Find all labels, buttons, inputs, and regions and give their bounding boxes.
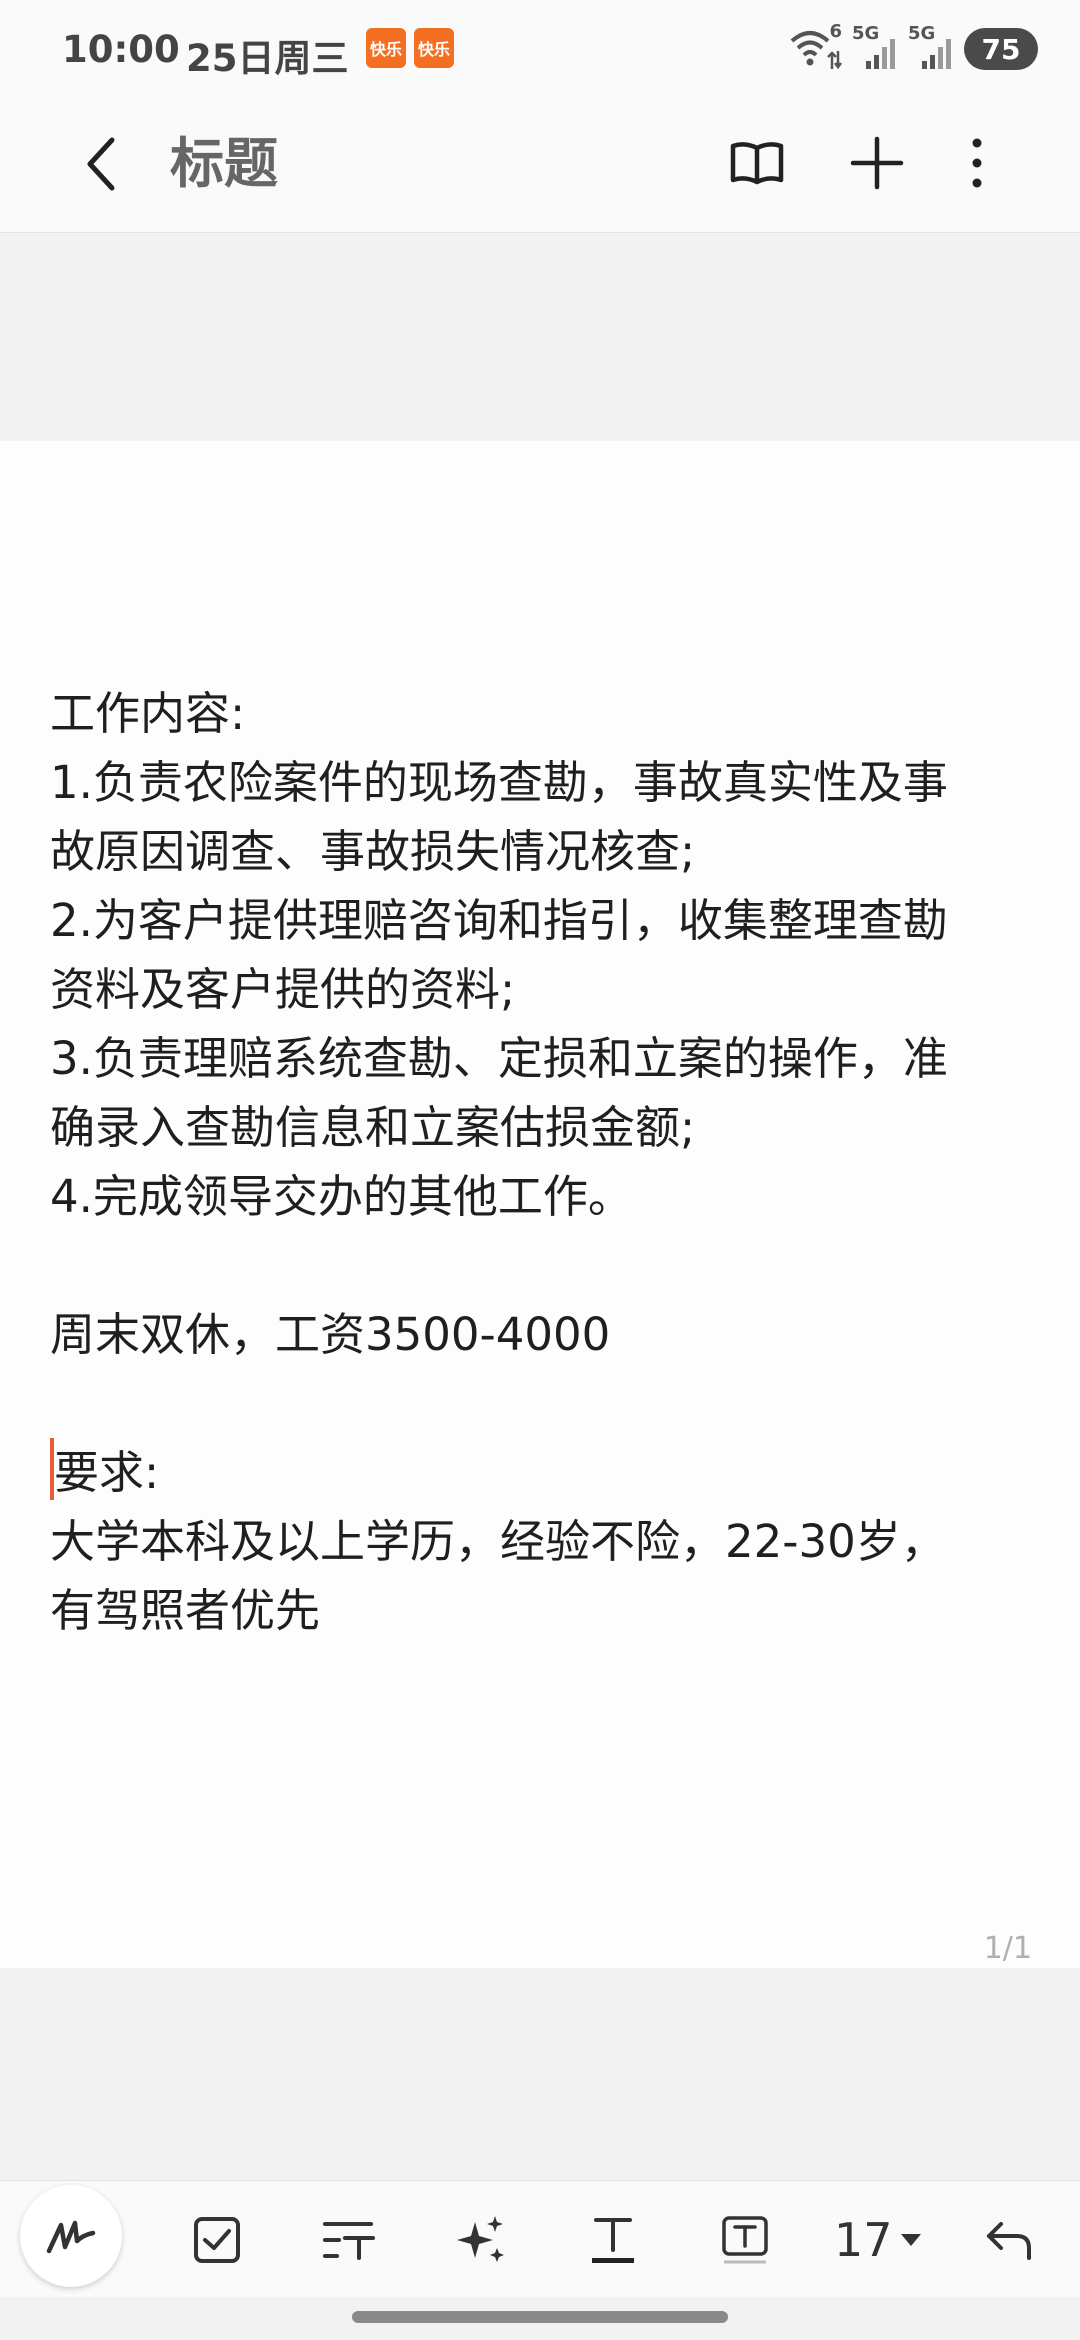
caret-down-icon <box>900 2234 921 2246</box>
signal-5g-icon: 5G <box>852 23 898 71</box>
note-line: 大学本科及以上学历，经验不险，22-30岁， <box>50 1515 946 1568</box>
canvas-margin-bottom <box>0 1968 1080 2180</box>
note-body[interactable]: 工作内容: 1.负责农险案件的现场查勘，事故真实性及事 故原因调查、事故损失情况… <box>50 679 1035 1645</box>
text-style-button[interactable] <box>568 2195 658 2285</box>
bottom-toolbar: 17 <box>0 2180 1080 2297</box>
note-line: 确录入查勘信息和立案估损金额; <box>50 1101 696 1154</box>
canvas-margin-top <box>0 233 1080 441</box>
checkbox-button[interactable] <box>172 2195 262 2285</box>
home-indicator[interactable] <box>352 2311 728 2323</box>
back-arrow-icon <box>87 137 115 191</box>
notes-app-screen: 10:00 25日周三 快乐 快乐 6 5G 5G 75 标题 工作内容: 1.… <box>0 0 1080 2340</box>
reading-mode-button[interactable] <box>712 118 802 208</box>
pen-icon <box>46 2220 96 2254</box>
back-button[interactable] <box>66 120 138 208</box>
book-icon <box>730 142 784 185</box>
checkbox-icon <box>194 2217 240 2263</box>
note-line: 故原因调查、事故损失情况核查; <box>50 825 696 878</box>
wifi-icon: 6 <box>788 21 842 71</box>
note-line: 1.负责农险案件的现场查勘，事故真实性及事 <box>50 756 948 809</box>
font-size-value: 17 <box>834 2213 893 2267</box>
more-options-button[interactable] <box>932 118 1022 208</box>
text-style-icon <box>592 2218 634 2263</box>
note-line: 工作内容: <box>50 687 246 740</box>
note-blank-line <box>50 1369 1035 1438</box>
note-title[interactable]: 标题 <box>170 122 278 206</box>
app-notification-icon: 快乐 <box>366 28 406 68</box>
status-icons: 6 5G 5G 75 <box>788 21 1038 74</box>
note-page[interactable]: 工作内容: 1.负责农险案件的现场查勘，事故真实性及事 故原因调查、事故损失情况… <box>0 441 1080 1969</box>
note-line: 有驾照者优先 <box>50 1584 321 1637</box>
font-size-dropdown[interactable]: 17 <box>834 2195 923 2285</box>
title-bar: 标题 <box>0 96 1080 233</box>
wifi-label: 6 <box>829 21 842 42</box>
text-format-icon <box>323 2222 375 2260</box>
text-format-button[interactable] <box>304 2195 394 2285</box>
note-line: 要求: <box>54 1446 160 1499</box>
pen-mode-button[interactable] <box>20 2185 122 2287</box>
note-line: 周末双休，工资3500-4000 <box>50 1308 611 1361</box>
ai-assist-button[interactable] <box>436 2195 526 2285</box>
plus-icon <box>850 136 904 190</box>
note-blank-line <box>50 1231 1035 1300</box>
note-line: 4.完成领导交办的其他工作。 <box>50 1170 633 1223</box>
note-line-with-cursor: 要求: <box>50 1438 1035 1507</box>
app-notification-icon: 快乐 <box>414 28 454 68</box>
page-indicator: 1/1 <box>983 1931 1032 1966</box>
note-line: 2.为客户提供理赔咨询和指引，收集整理查勘 <box>50 894 948 947</box>
status-date: 25日周三 <box>186 37 349 80</box>
undo-icon <box>987 2222 1031 2260</box>
undo-button[interactable] <box>964 2195 1054 2285</box>
more-vertical-icon <box>972 138 982 188</box>
signal-5g-icon: 5G <box>908 23 954 71</box>
status-bar: 10:00 25日周三 快乐 快乐 6 5G 5G 75 <box>0 0 1080 96</box>
note-line: 资料及客户提供的资料; <box>50 963 516 1016</box>
add-button[interactable] <box>832 118 922 208</box>
note-line: 3.负责理赔系统查勘、定损和立案的操作，准 <box>50 1032 948 1085</box>
text-box-icon <box>722 2216 768 2264</box>
status-time: 10:00 <box>62 28 180 71</box>
battery-indicator: 75 <box>964 28 1038 70</box>
text-box-button[interactable] <box>700 2195 790 2285</box>
ai-sparkle-icon <box>457 2216 504 2262</box>
